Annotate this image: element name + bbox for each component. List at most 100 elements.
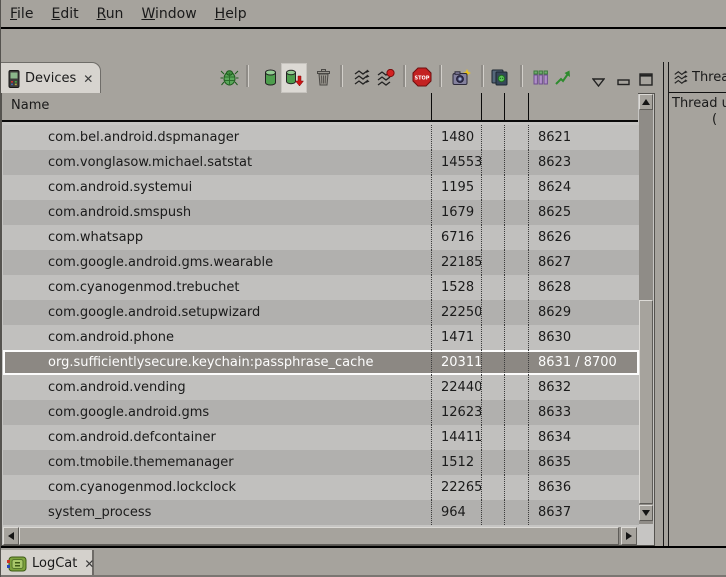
cell-status-2 bbox=[504, 275, 528, 300]
cell-pid: 1480 bbox=[431, 125, 481, 150]
stop-process-button[interactable]: STOP bbox=[410, 64, 434, 90]
toolbar-separator bbox=[403, 65, 406, 87]
cell-process-name: com.google.android.setupwizard bbox=[3, 300, 431, 325]
menu-edit[interactable]: Edit bbox=[51, 6, 78, 22]
cell-pid: 1512 bbox=[431, 450, 481, 475]
toolbar-separator bbox=[481, 65, 484, 87]
cell-status-2 bbox=[504, 450, 528, 475]
close-icon[interactable]: ✕ bbox=[83, 72, 93, 86]
method-profiling-icon bbox=[377, 69, 395, 86]
table-row[interactable]: com.google.android.setupwizard222508629 bbox=[3, 300, 639, 325]
cell-pid: 20311 bbox=[431, 350, 481, 375]
device-view-button[interactable] bbox=[489, 64, 513, 90]
cell-status-2 bbox=[504, 150, 528, 175]
menu-run[interactable]: Run bbox=[97, 6, 124, 22]
table-row[interactable]: com.cyanogenmod.lockclock222658636 bbox=[3, 475, 639, 500]
close-icon[interactable]: ✕ bbox=[84, 557, 94, 571]
table-row[interactable]: org.sufficientlysecure.keychain:passphra… bbox=[3, 350, 639, 375]
tab-threads[interactable]: Threads bbox=[669, 62, 726, 93]
threads-panel: Threads Thread up ( bbox=[669, 62, 726, 546]
vertical-scroll-thumb[interactable] bbox=[639, 300, 653, 504]
up-arrow-icon bbox=[642, 99, 650, 105]
column-header-name[interactable]: Name bbox=[2, 93, 638, 119]
maximize-icon bbox=[639, 73, 653, 86]
threads-message-line2: ( bbox=[712, 112, 717, 127]
cell-port: 8629 bbox=[528, 300, 639, 325]
panel-sash[interactable] bbox=[663, 62, 664, 546]
column-divider[interactable] bbox=[528, 93, 529, 120]
cell-port: 8633 bbox=[528, 400, 639, 425]
logcat-tab-label: LogCat bbox=[32, 556, 77, 571]
column-divider[interactable] bbox=[504, 93, 505, 120]
table-row[interactable]: com.cyanogenmod.trebuchet15288628 bbox=[3, 275, 639, 300]
vertical-scrollbar[interactable] bbox=[639, 94, 653, 524]
cell-status-1 bbox=[481, 450, 504, 475]
table-row[interactable]: com.whatsapp67168626 bbox=[3, 225, 639, 250]
systrace-button[interactable] bbox=[550, 64, 574, 90]
dump-hprof-button[interactable] bbox=[281, 63, 307, 93]
cell-status-1 bbox=[481, 400, 504, 425]
method-profiling-button[interactable] bbox=[374, 64, 398, 90]
menu-help[interactable]: Help bbox=[215, 6, 247, 22]
table-row[interactable]: com.google.android.gms.wearable221858627 bbox=[3, 250, 639, 275]
table-row[interactable]: com.tmobile.thememanager15128635 bbox=[3, 450, 639, 475]
cell-port: 8626 bbox=[528, 225, 639, 250]
table-row[interactable]: com.android.smspush16798625 bbox=[3, 200, 639, 225]
scroll-down-button[interactable] bbox=[639, 505, 653, 521]
cell-status-1 bbox=[481, 275, 504, 300]
cell-pid: 12623 bbox=[431, 400, 481, 425]
horizontal-scrollbar[interactable] bbox=[3, 527, 637, 545]
cell-port: 8624 bbox=[528, 175, 639, 200]
cell-status-1 bbox=[481, 225, 504, 250]
scroll-left-button[interactable] bbox=[3, 527, 19, 545]
cell-pid: 1528 bbox=[431, 275, 481, 300]
systrace-arrow-icon bbox=[554, 69, 571, 86]
scroll-right-button[interactable] bbox=[621, 527, 637, 545]
update-threads-button[interactable] bbox=[349, 64, 373, 90]
cell-port: 8623 bbox=[528, 150, 639, 175]
column-divider[interactable] bbox=[431, 93, 432, 120]
table-row[interactable]: com.android.systemui11958624 bbox=[3, 175, 639, 200]
table-row[interactable]: com.google.android.gms126238633 bbox=[3, 400, 639, 425]
cell-pid: 22265 bbox=[431, 475, 481, 500]
hierarchy-view-button[interactable] bbox=[528, 64, 552, 90]
table-row[interactable]: com.vonglasow.michael.satstat14553 8623 bbox=[3, 150, 639, 175]
debug-process-button[interactable] bbox=[217, 64, 241, 90]
cell-pid: 22440 bbox=[431, 375, 481, 400]
view-menu-button[interactable] bbox=[586, 69, 610, 95]
table-row[interactable]: com.bel.android.dspmanager14808621 bbox=[3, 125, 639, 150]
cell-pid: 14553 bbox=[431, 150, 481, 175]
cell-process-name: com.vonglasow.michael.satstat bbox=[3, 150, 431, 175]
table-row[interactable]: com.android.defcontainer144118634 bbox=[3, 425, 639, 450]
cell-status-1 bbox=[481, 500, 504, 525]
gc-trash-icon bbox=[316, 69, 331, 86]
update-heap-button[interactable] bbox=[258, 64, 282, 90]
table-row[interactable]: com.android.phone14718630 bbox=[3, 325, 639, 350]
scroll-up-button[interactable] bbox=[639, 94, 653, 110]
table-row[interactable]: system_process9648637 bbox=[3, 500, 639, 525]
cell-status-2 bbox=[504, 200, 528, 225]
minimize-icon bbox=[617, 79, 630, 86]
minimize-button[interactable] bbox=[611, 69, 635, 95]
threads-tab-label: Threads bbox=[692, 70, 726, 85]
cell-port: 8635 bbox=[528, 450, 639, 475]
cell-status-1 bbox=[481, 200, 504, 225]
column-divider[interactable] bbox=[481, 93, 482, 120]
cell-pid: 6716 bbox=[431, 225, 481, 250]
cell-status-2 bbox=[504, 350, 528, 375]
cell-status-2 bbox=[504, 500, 528, 525]
cell-process-name: com.android.defcontainer bbox=[3, 425, 431, 450]
cell-status-2 bbox=[504, 475, 528, 500]
horizontal-scroll-thumb[interactable] bbox=[19, 527, 619, 545]
screen-capture-button[interactable] bbox=[449, 64, 473, 90]
tab-logcat[interactable]: LogCat ✕ bbox=[1, 550, 94, 577]
menu-window[interactable]: Window bbox=[141, 6, 196, 22]
cell-status-2 bbox=[504, 225, 528, 250]
left-arrow-icon bbox=[8, 532, 14, 540]
menu-file[interactable]: File bbox=[10, 6, 33, 22]
table-row[interactable]: com.android.vending224408632 bbox=[3, 375, 639, 400]
cause-gc-button[interactable] bbox=[311, 64, 335, 90]
maximize-button[interactable] bbox=[634, 66, 658, 92]
tab-devices[interactable]: Devices ✕ bbox=[1, 62, 101, 94]
cell-status-2 bbox=[504, 125, 528, 150]
